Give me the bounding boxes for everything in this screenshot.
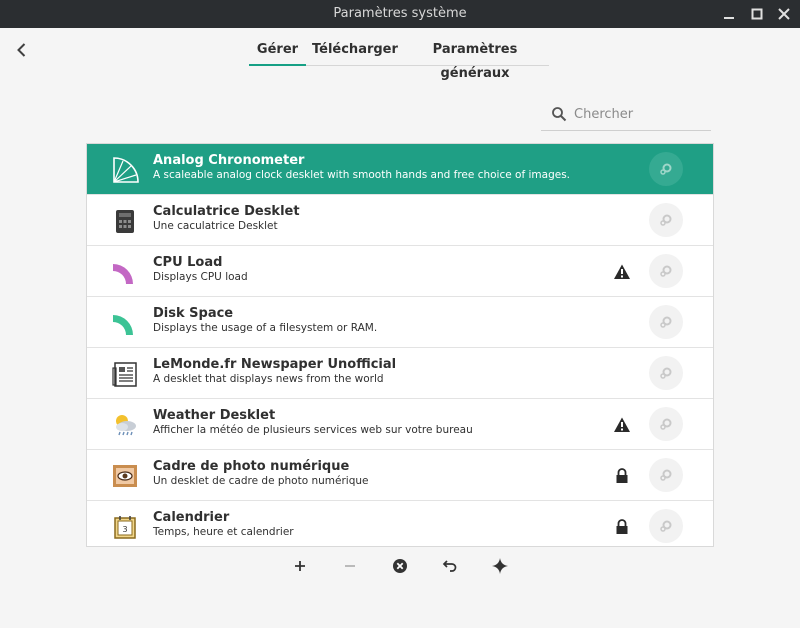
clear-icon	[393, 559, 407, 573]
list-item[interactable]: Cadre de photo numérique Un desklet de c…	[87, 450, 713, 501]
back-arrow-icon	[17, 43, 26, 57]
desklet-name: Analog Chronometer	[153, 153, 305, 168]
desklet-name: Weather Desklet	[153, 408, 276, 423]
list-item[interactable]: CPU Load Displays CPU load	[87, 246, 713, 297]
sparkle-button[interactable]	[490, 556, 510, 576]
remove-icon	[345, 565, 355, 567]
undo-icon	[442, 560, 457, 572]
desklet-description: A scaleable analog clock desklet with sm…	[153, 169, 571, 181]
disk-gauge-icon	[113, 315, 133, 335]
undo-button[interactable]	[440, 556, 460, 576]
desklet-description: Un desklet de cadre de photo numérique	[153, 475, 369, 487]
calendar-icon: 3	[114, 516, 136, 539]
tab-general-settings[interactable]: Paramètres généraux	[406, 38, 544, 81]
list-item[interactable]: LeMonde.fr Newspaper Unofficial A deskle…	[87, 348, 713, 399]
remove-button[interactable]	[340, 556, 360, 576]
desklet-name: Calculatrice Desklet	[153, 204, 300, 219]
gears-icon	[660, 367, 672, 379]
desklet-description: Displays the usage of a filesystem or RA…	[153, 322, 378, 334]
configure-button[interactable]	[649, 203, 683, 237]
search-box	[541, 98, 711, 131]
tab-download[interactable]: Télécharger	[312, 38, 398, 66]
gears-icon	[660, 316, 672, 328]
lock-icon	[616, 468, 628, 483]
gears-icon	[660, 214, 672, 226]
newspaper-icon	[112, 362, 137, 387]
gears-icon	[660, 163, 672, 175]
close-icon[interactable]	[774, 4, 794, 24]
configure-button[interactable]	[649, 356, 683, 390]
configure-button[interactable]	[649, 407, 683, 441]
gears-icon	[660, 469, 672, 481]
title-bar: Paramètres système	[0, 0, 800, 28]
weather-icon	[116, 415, 136, 436]
gears-icon	[660, 418, 672, 430]
desklet-description: Une caculatrice Desklet	[153, 220, 278, 232]
list-item[interactable]: Calculatrice Desklet Une caculatrice Des…	[87, 195, 713, 246]
list-item[interactable]: Analog Chronometer A scaleable analog cl…	[87, 144, 713, 195]
desklet-description: A desklet that displays news from the wo…	[153, 373, 384, 385]
configure-button[interactable]	[649, 254, 683, 288]
svg-text:3: 3	[122, 525, 127, 534]
configure-button[interactable]	[649, 152, 683, 186]
desklet-name: Cadre de photo numérique	[153, 459, 350, 474]
maximize-icon[interactable]	[747, 4, 767, 24]
configure-button[interactable]	[649, 305, 683, 339]
tab-manage[interactable]: Gérer	[249, 38, 306, 66]
desklet-name: Calendrier	[153, 510, 230, 525]
configure-button[interactable]	[649, 509, 683, 543]
warning-icon	[614, 264, 630, 279]
list-item[interactable]: Weather Desklet Afficher la météo de plu…	[87, 399, 713, 450]
calculator-icon	[116, 210, 134, 233]
photo-frame-icon	[113, 465, 137, 487]
search-icon	[552, 107, 567, 122]
bottom-toolbar	[289, 556, 511, 576]
window-title: Paramètres système	[333, 6, 467, 21]
cpu-gauge-icon	[113, 264, 133, 284]
desklet-description: Displays CPU load	[153, 271, 248, 283]
add-icon	[295, 561, 305, 571]
clock-icon	[113, 157, 139, 183]
desklet-description: Temps, heure et calendrier	[153, 526, 294, 538]
desklet-name: Disk Space	[153, 306, 234, 321]
gears-icon	[660, 520, 672, 532]
desklet-description: Afficher la météo de plusieurs services …	[153, 424, 473, 436]
warning-icon	[614, 417, 630, 432]
tab-bar: Gérer Télécharger Paramètres généraux	[249, 38, 549, 81]
back-button[interactable]	[12, 40, 32, 60]
list-item[interactable]: 3 Calendrier Temps, heure et calendrier	[87, 501, 713, 546]
clear-button[interactable]	[390, 556, 410, 576]
search-input[interactable]	[574, 103, 704, 125]
sparkle-icon	[492, 558, 508, 574]
lock-icon	[616, 519, 628, 534]
add-button[interactable]	[290, 556, 310, 576]
gears-icon	[660, 265, 672, 277]
desklet-list: Analog Chronometer A scaleable analog cl…	[86, 143, 714, 547]
list-item[interactable]: Disk Space Displays the usage of a files…	[87, 297, 713, 348]
minimize-icon[interactable]	[719, 4, 739, 24]
desklet-name: CPU Load	[153, 255, 223, 270]
desklet-name: LeMonde.fr Newspaper Unofficial	[153, 357, 397, 372]
configure-button[interactable]	[649, 458, 683, 492]
